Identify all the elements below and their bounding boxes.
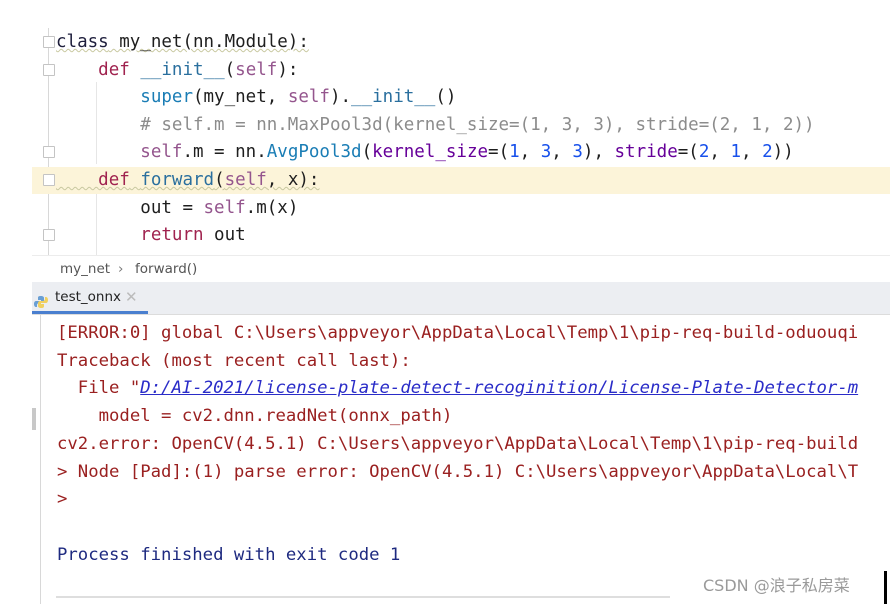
code-line[interactable]: def forward(self, x): (56, 167, 319, 194)
code-token: ), (582, 142, 615, 163)
code-line[interactable]: out = self.m(x) (56, 195, 298, 222)
code-token: () (435, 87, 457, 108)
file-link[interactable]: D:/AI-2021/license-plate-detect-recogini… (140, 378, 858, 398)
code-token: __init__ (140, 59, 225, 80)
code-token: , (551, 142, 573, 163)
tab-label: test_onnx (55, 289, 122, 305)
breadcrumb-item-class[interactable]: my_net (60, 256, 110, 283)
code-line[interactable]: return out (56, 222, 246, 249)
code-token: (my_net, (192, 87, 288, 108)
code-token: self (287, 87, 330, 108)
code-token: 3 (540, 142, 552, 163)
process-finished-message: Process finished with exit code 1 (57, 544, 401, 565)
console-text: File " (57, 378, 141, 399)
breadcrumb-separator: › (118, 261, 124, 277)
text-cursor (884, 571, 887, 604)
code-token: 3 (572, 142, 583, 163)
code-token: =( (488, 142, 510, 163)
code-token: my_net(nn.Module): (108, 32, 309, 52)
code-token: # self.m = nn.MaxPool3d(kernel_size=(1, … (140, 114, 815, 135)
fold-marker-icon[interactable] (43, 146, 55, 159)
code-token: self (140, 142, 183, 163)
code-token: , x): (266, 170, 320, 190)
code-token: , (519, 142, 541, 163)
code-token: 2 (698, 142, 710, 163)
code-token: def (98, 59, 130, 80)
code-token: out (203, 225, 246, 246)
code-token: return (140, 225, 204, 246)
console-line: model = cv2.dnn.readNet(onnx_path) (57, 406, 453, 427)
code-token: forward (140, 170, 215, 190)
run-tab-bar: test_onnx ✕ (32, 282, 890, 315)
code-token: kernel_size (372, 142, 489, 163)
console-line: > Node [Pad]:(1) parse error: OpenCV(4.5… (57, 461, 859, 482)
breadcrumb-item-method[interactable]: forward() (135, 256, 197, 283)
fold-marker-icon[interactable] (43, 174, 55, 186)
console-border (40, 315, 41, 604)
code-token: self (235, 59, 278, 80)
code-token: )) (772, 142, 794, 163)
gutter (48, 28, 49, 255)
code-token: self (203, 197, 246, 218)
code-token: =( (677, 142, 699, 163)
code-token: ( (224, 59, 236, 80)
fold-marker-icon[interactable] (43, 63, 55, 76)
console-line: [ERROR:0] global C:\Users\appveyor\AppDa… (57, 323, 859, 343)
run-console[interactable]: [ERROR:0] global C:\Users\appveyor\AppDa… (32, 315, 890, 604)
console-line: > (57, 489, 68, 510)
code-line[interactable]: self.m = nn.AvgPool3d(kernel_size=(1, 3,… (56, 139, 794, 166)
code-token: , (740, 142, 763, 163)
code-line[interactable]: # self.m = nn.MaxPool3d(kernel_size=(1, … (56, 112, 815, 139)
python-icon (34, 290, 48, 308)
code-token: ). (329, 87, 352, 108)
code-token: __init__ (351, 87, 436, 108)
fold-marker-icon[interactable] (43, 36, 55, 48)
code-token: AvgPool3d (266, 142, 362, 163)
console-line: File "D:/AI-2021/license-plate-detect-re… (57, 374, 858, 402)
console-line: Traceback (most recent call last): (57, 350, 411, 371)
close-icon[interactable]: ✕ (125, 282, 138, 312)
code-token: 2 (762, 142, 773, 163)
code-token: def (98, 170, 130, 190)
code-token: class (56, 32, 109, 52)
code-token: .m = nn. (182, 142, 267, 163)
tab-test-onnx[interactable]: test_onnx ✕ (32, 282, 148, 314)
scrollbar[interactable] (32, 408, 36, 430)
code-line[interactable]: def __init__(self): (56, 57, 298, 84)
code-token: self (224, 170, 267, 190)
console-line: cv2.error: OpenCV(4.5.1) C:\Users\appvey… (57, 433, 859, 454)
code-token: ( (214, 170, 225, 190)
code-token: super (140, 87, 193, 108)
code-line[interactable]: class my_net(nn.Module): (56, 29, 309, 56)
code-token: 1 (730, 142, 741, 163)
code-token: 1 (509, 142, 520, 163)
breadcrumb: my_net › forward() (32, 255, 890, 283)
fold-marker-icon[interactable] (43, 229, 55, 242)
code-token: out = (140, 197, 204, 218)
code-line[interactable]: super(my_net, self).__init__() (56, 84, 456, 111)
code-token: stride (614, 142, 678, 163)
code-editor[interactable]: class my_net(nn.Module): def __init__(se… (32, 28, 890, 255)
code-token: , (709, 142, 731, 163)
code-token: ( (361, 142, 373, 163)
code-token: .m(x) (245, 197, 299, 218)
horizontal-scrollbar[interactable] (56, 596, 670, 598)
code-token: ): (277, 59, 299, 80)
watermark: CSDN @浪子私房菜 (703, 576, 850, 595)
